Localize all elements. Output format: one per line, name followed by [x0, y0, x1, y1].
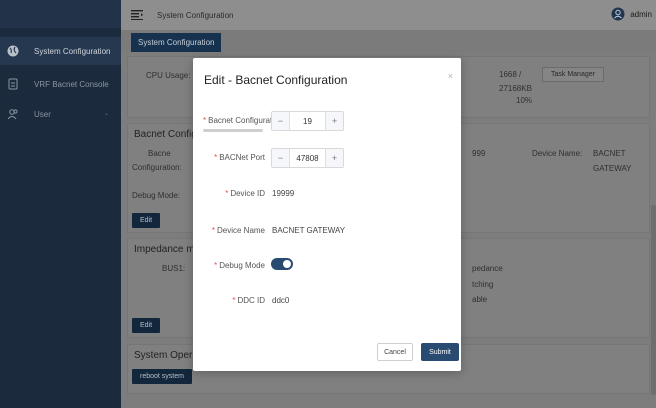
- enable-text: able: [472, 295, 488, 304]
- increment-button[interactable]: +: [325, 112, 343, 130]
- sidebar-item-label: User: [34, 109, 51, 119]
- edit-button[interactable]: Edit: [132, 318, 161, 333]
- debug-mode-row: * Debug Mode: [193, 256, 461, 276]
- page-scrollbar[interactable]: [651, 205, 656, 395]
- debug-mode-label: Debug Mode:: [132, 191, 181, 200]
- cpu-usage-label: CPU Usage:: [146, 71, 191, 80]
- field-label: * Debug Mode: [214, 261, 265, 270]
- bacnet-label: Bacne: [148, 149, 171, 158]
- label-scrollbar[interactable]: [203, 129, 263, 132]
- avatar-icon: [611, 7, 625, 21]
- edit-bacnet-modal: Edit - Bacnet Configuration × * Bacnet Co…: [193, 58, 461, 371]
- panel-title: Impedance ma: [134, 244, 201, 255]
- menu-toggle-icon[interactable]: [131, 10, 143, 20]
- decrement-button[interactable]: −: [272, 112, 290, 130]
- device-name-value-2: GATEWAY: [593, 164, 632, 173]
- device-name-label: Device Name:: [532, 149, 583, 158]
- memory-value: 1668 /: [499, 70, 522, 79]
- memory-total: 27168KB: [499, 84, 532, 93]
- toggle-knob: [283, 260, 291, 268]
- user-name: admin: [630, 9, 652, 19]
- bacnet-configuration-row: * Bacnet Configurat − 19 +: [193, 111, 461, 132]
- field-label: * Device Name: [211, 226, 265, 235]
- ddc-id-row: * DDC ID ddc0: [193, 291, 461, 311]
- field-label: * BACNet Port: [214, 153, 265, 162]
- device-icon: [6, 77, 20, 91]
- device-id-value: 19999: [272, 189, 295, 198]
- chevron-down-icon: ⌄: [103, 111, 109, 117]
- top-header: System Configuration admin: [121, 0, 656, 30]
- sidebar-item-user[interactable]: User ⌄: [0, 100, 121, 128]
- bacnet-port-row: * BACNet Port − 47808 +: [193, 148, 461, 168]
- device-name-value: BACNET GATEWAY: [272, 226, 346, 235]
- port-partial: 999: [472, 149, 486, 158]
- edit-button[interactable]: Edit: [132, 213, 161, 228]
- sidebar: System Configuration VRF Bacnet Console …: [0, 0, 121, 408]
- device-name-row: * Device Name BACNET GATEWAY: [193, 221, 461, 241]
- bacnet-configuration-stepper[interactable]: − 19 +: [271, 111, 344, 131]
- globe-icon: [6, 44, 20, 58]
- panel-title: System Operat: [134, 350, 201, 361]
- sidebar-item-label: System Configuration: [34, 46, 111, 56]
- matching-text: tching: [472, 280, 494, 289]
- page-title: System Configuration: [157, 10, 234, 20]
- bacnet-port-stepper[interactable]: − 47808 +: [271, 148, 344, 168]
- cancel-button[interactable]: Cancel: [377, 343, 413, 361]
- sidebar-item-vrf-bacnet-console[interactable]: VRF Bacnet Console: [0, 70, 121, 98]
- decrement-button[interactable]: −: [272, 149, 290, 167]
- task-manager-button[interactable]: Task Manager: [542, 67, 604, 82]
- cpu-percent: 10%: [516, 96, 533, 105]
- sidebar-logo-area: [0, 0, 121, 28]
- configuration-label: Configuration:: [132, 163, 182, 172]
- stepper-value[interactable]: 47808: [290, 154, 325, 163]
- impedance-text: pedance: [472, 264, 503, 273]
- field-label: * Bacnet Configurat: [203, 116, 273, 125]
- ddc-id-value: ddc0: [272, 296, 290, 305]
- field-label: * DDC ID: [232, 296, 265, 305]
- device-id-row: * Device ID 19999: [193, 184, 461, 204]
- reboot-system-button[interactable]: reboot system: [132, 369, 192, 384]
- tab-system-configuration[interactable]: System Configuration: [131, 33, 222, 52]
- submit-button[interactable]: Submit: [421, 343, 459, 361]
- sidebar-item-label: VRF Bacnet Console: [34, 79, 109, 89]
- field-label: * Device ID: [225, 189, 265, 198]
- modal-title: Edit - Bacnet Configuration: [204, 73, 348, 87]
- sidebar-item-system-configuration[interactable]: System Configuration: [0, 37, 121, 65]
- stepper-value[interactable]: 19: [290, 117, 325, 126]
- tab-bar: System Configuration: [121, 30, 656, 52]
- increment-button[interactable]: +: [325, 149, 343, 167]
- device-name-value: BACNET: [593, 149, 626, 158]
- user-menu[interactable]: admin: [611, 7, 652, 21]
- users-icon: [6, 107, 20, 121]
- bus1-label: BUS1:: [162, 264, 186, 273]
- debug-mode-toggle[interactable]: [271, 258, 293, 270]
- close-icon[interactable]: ×: [448, 71, 453, 81]
